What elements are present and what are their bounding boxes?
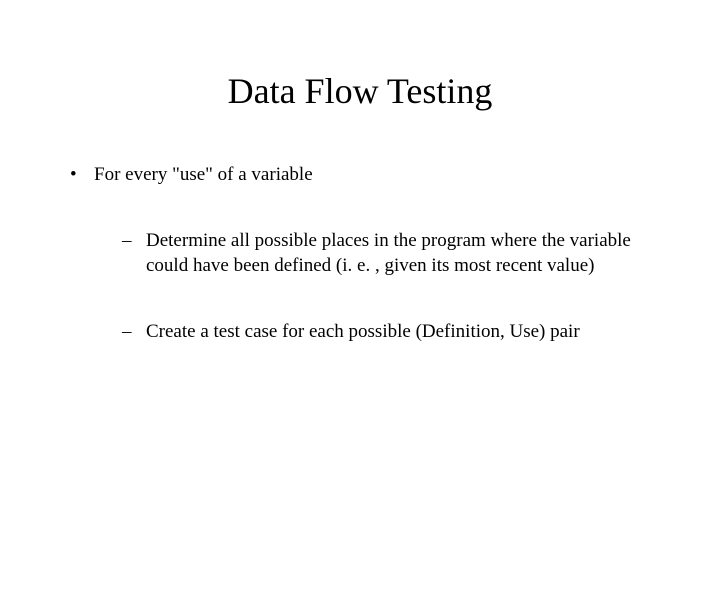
slide-title: Data Flow Testing	[0, 70, 720, 112]
bullet-text: For every "use" of a variable	[94, 164, 313, 185]
sub-bullet-text: Create a test case for each possible (De…	[146, 321, 580, 342]
sub-bullet-item: Create a test case for each possible (De…	[122, 319, 670, 345]
slide: Data Flow Testing For every "use" of a v…	[0, 70, 720, 610]
sub-bullet-list: Determine all possible places in the pro…	[94, 228, 670, 345]
sub-bullet-item: Determine all possible places in the pro…	[122, 228, 670, 279]
bullet-item: For every "use" of a variable Determine …	[70, 162, 670, 345]
sub-bullet-text: Determine all possible places in the pro…	[146, 230, 631, 277]
bullet-list: For every "use" of a variable Determine …	[0, 162, 720, 345]
